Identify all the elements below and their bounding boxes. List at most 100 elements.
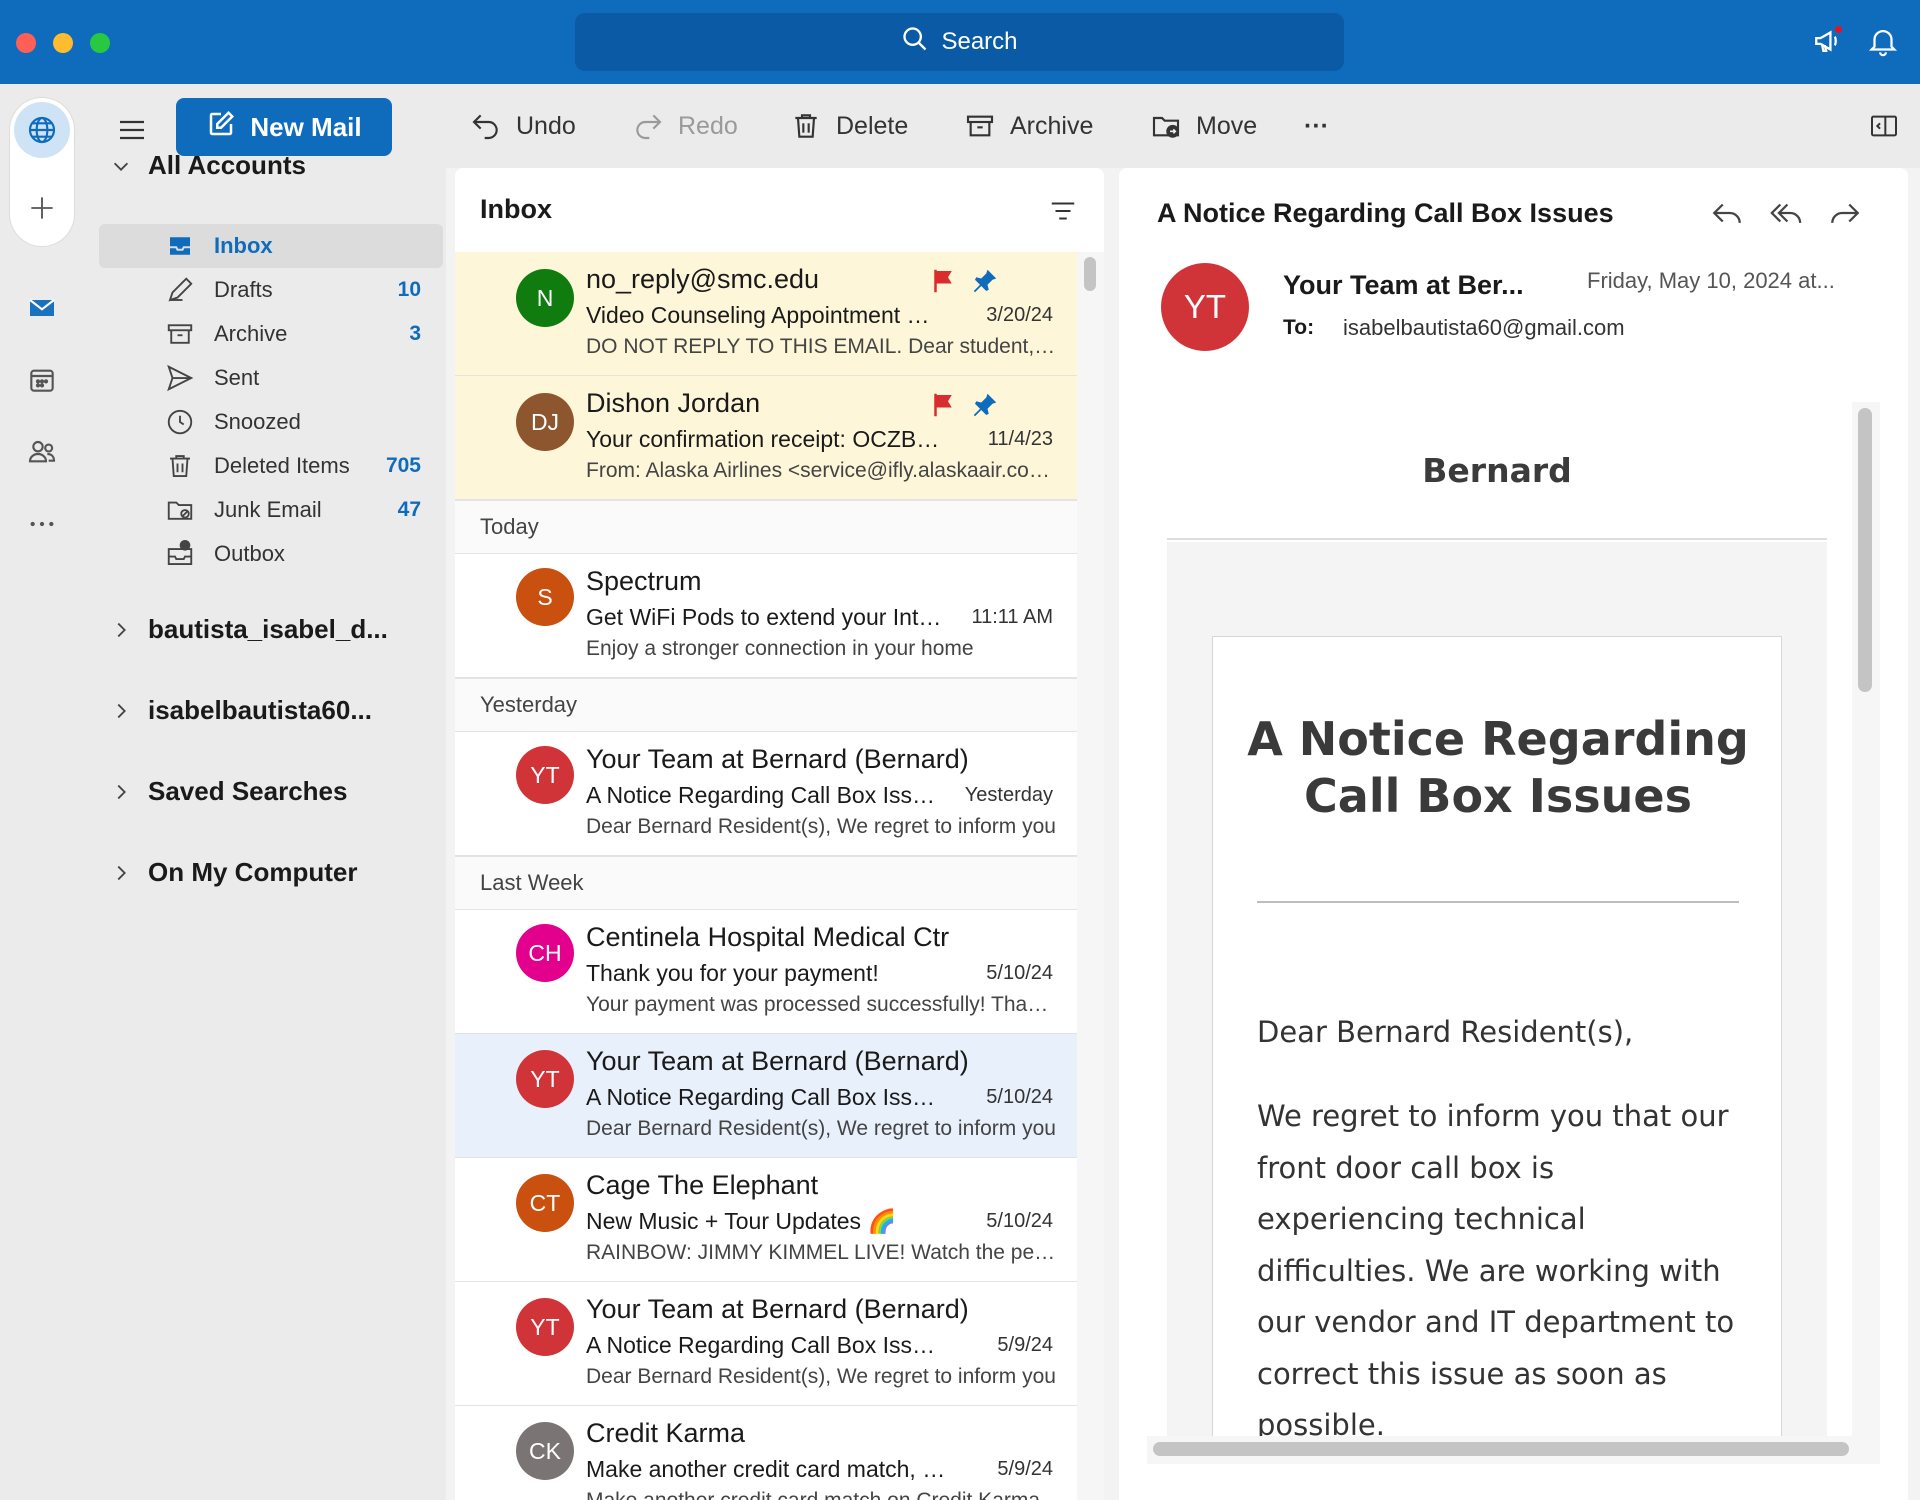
- globe-icon[interactable]: [14, 102, 70, 158]
- date: 3/20/24: [986, 304, 1053, 326]
- account-switcher: [10, 98, 74, 246]
- move-button[interactable]: Move: [1150, 106, 1257, 146]
- flag-icon[interactable]: [928, 390, 958, 420]
- folder-archive[interactable]: Archive 3: [99, 312, 443, 356]
- group-header-last-week: Last Week: [455, 856, 1077, 910]
- on-my-computer[interactable]: On My Computer: [110, 857, 357, 888]
- recipient-address[interactable]: isabelbautista60@gmail.com: [1343, 315, 1625, 341]
- subject: A Notice Regarding Call Box Issues: [586, 782, 946, 808]
- sender: Your Team at Bernard (Bernard): [586, 1294, 969, 1324]
- add-account-icon[interactable]: [14, 180, 70, 236]
- folder-sent[interactable]: Sent: [99, 356, 443, 400]
- minimize-window-button[interactable]: [53, 33, 73, 53]
- list-item[interactable]: CK Credit Karma Make another credit card…: [455, 1406, 1077, 1500]
- calendar-icon[interactable]: [22, 360, 62, 400]
- subject: New Music + Tour Updates 🌈: [586, 1208, 897, 1234]
- delete-button[interactable]: Delete: [790, 106, 908, 146]
- forward-icon[interactable]: [1828, 196, 1862, 230]
- undo-button[interactable]: Undo: [470, 106, 576, 146]
- pin-icon[interactable]: [970, 266, 1000, 296]
- subject: Get WiFi Pods to extend your Internet: [586, 604, 946, 630]
- archive-label: Archive: [1010, 111, 1094, 140]
- hamburger-menu-icon[interactable]: [116, 114, 148, 146]
- mail-icon[interactable]: [22, 288, 62, 328]
- delete-label: Delete: [836, 111, 909, 140]
- folder-pane: New Mail All Accounts Inbox Drafts 10 Ar…: [86, 84, 446, 1500]
- redo-button[interactable]: Redo: [632, 106, 738, 146]
- folder-label: Snoozed: [214, 409, 301, 434]
- sender-name[interactable]: Your Team at Ber...: [1283, 270, 1524, 301]
- notification-dot: [1833, 24, 1844, 35]
- all-accounts-header[interactable]: All Accounts: [110, 150, 306, 181]
- sender: Cage The Elephant: [586, 1170, 819, 1200]
- list-item[interactable]: DJ Dishon Jordan Your confirmation recei…: [455, 376, 1077, 500]
- avatar: DJ: [516, 393, 574, 451]
- reading-pane-horizontal-scroll-thumb[interactable]: [1153, 1442, 1849, 1456]
- list-item[interactable]: N no_reply@smc.edu Video Counseling Appo…: [455, 252, 1077, 376]
- list-item[interactable]: YT Your Team at Bernard (Bernard) A Noti…: [455, 1282, 1077, 1406]
- date: 5/10/24: [986, 1210, 1053, 1232]
- announcement-icon[interactable]: [1812, 24, 1846, 58]
- body-paragraph: We regret to inform you that our front d…: [1257, 1099, 1735, 1436]
- search-icon: [901, 25, 929, 60]
- more-apps-icon[interactable]: [22, 504, 62, 544]
- email-body: Bernard A Notice Regarding Call Box Issu…: [1167, 402, 1847, 1436]
- more-actions-button[interactable]: ···: [1304, 106, 1329, 146]
- saved-searches[interactable]: Saved Searches: [110, 776, 347, 807]
- folder-outbox[interactable]: Outbox: [99, 532, 443, 576]
- people-icon[interactable]: [22, 432, 62, 472]
- list-item[interactable]: CT Cage The Elephant New Music + Tour Up…: [455, 1158, 1077, 1282]
- folder-label: Outbox: [214, 541, 285, 566]
- new-mail-label: New Mail: [250, 111, 362, 142]
- all-accounts-label: All Accounts: [148, 150, 306, 180]
- flag-icon[interactable]: [928, 266, 958, 296]
- subject: A Notice Regarding Call Box Issues: [586, 1084, 946, 1110]
- date: 11:11 AM: [971, 606, 1053, 628]
- reply-all-icon[interactable]: [1769, 196, 1803, 230]
- new-mail-button[interactable]: New Mail: [176, 98, 392, 156]
- folder-junk-email[interactable]: Junk Email 47: [99, 488, 443, 532]
- greeting: Dear Bernard Resident(s),: [1257, 1015, 1634, 1049]
- pin-icon[interactable]: [970, 390, 1000, 420]
- avatar: S: [516, 568, 574, 626]
- account-isabelbautista60[interactable]: isabelbautista60...: [110, 695, 372, 726]
- move-folder-icon: [1152, 116, 1180, 138]
- folder-inbox[interactable]: Inbox: [99, 224, 443, 268]
- message-list-scroll-thumb[interactable]: [1084, 257, 1096, 291]
- date: 5/10/24: [986, 1086, 1053, 1108]
- undo-label: Undo: [516, 111, 576, 140]
- reply-icon[interactable]: [1710, 196, 1744, 230]
- account-label: bautista_isabel_d...: [148, 614, 388, 644]
- preview: RAINBOW: JIMMY KIMMEL LIVE! Watch the pe…: [586, 1241, 1056, 1264]
- toolbar: Undo Redo Delete Archive Move ···: [446, 84, 1920, 168]
- account-bautista-isabel[interactable]: bautista_isabel_d...: [110, 614, 388, 645]
- inbox-icon: [165, 231, 195, 261]
- bell-icon[interactable]: [1866, 24, 1900, 58]
- message-list-scrollbar[interactable]: [1077, 252, 1104, 1500]
- date: 11/4/23: [987, 428, 1053, 450]
- junk-folder-icon: [165, 495, 195, 525]
- list-item[interactable]: S Spectrum Get WiFi Pods to extend your …: [455, 554, 1077, 678]
- reading-pane-vertical-scroll-thumb[interactable]: [1858, 408, 1872, 692]
- toggle-reading-pane-button[interactable]: [1868, 106, 1900, 146]
- subject: Your confirmation receipt: OCZBXK: [586, 426, 946, 452]
- folder-snoozed[interactable]: Snoozed: [99, 400, 443, 444]
- avatar: YT: [516, 746, 574, 804]
- list-item[interactable]: YT Your Team at Bernard (Bernard) A Noti…: [455, 732, 1077, 856]
- list-item[interactable]: CH Centinela Hospital Medical Ctr Thank …: [455, 910, 1077, 1034]
- search-bar[interactable]: Search: [575, 13, 1344, 71]
- folder-deleted-items[interactable]: Deleted Items 705: [99, 444, 443, 488]
- archive-button[interactable]: Archive: [964, 106, 1093, 146]
- app-rail: [0, 84, 86, 1500]
- folder-drafts[interactable]: Drafts 10: [99, 268, 443, 312]
- close-window-button[interactable]: [16, 33, 36, 53]
- chevron-right-icon: [117, 703, 126, 718]
- list-item-selected[interactable]: YT Your Team at Bernard (Bernard) A Noti…: [455, 1034, 1077, 1158]
- zoom-window-button[interactable]: [90, 33, 110, 53]
- folder-label: Inbox: [214, 233, 273, 258]
- unread-count: 705: [385, 454, 421, 477]
- email-heading: A Notice Regarding Call Box Issues: [1247, 712, 1749, 823]
- sender-avatar[interactable]: YT: [1161, 263, 1249, 351]
- sender: Spectrum: [586, 566, 702, 596]
- filter-icon[interactable]: [1048, 196, 1078, 226]
